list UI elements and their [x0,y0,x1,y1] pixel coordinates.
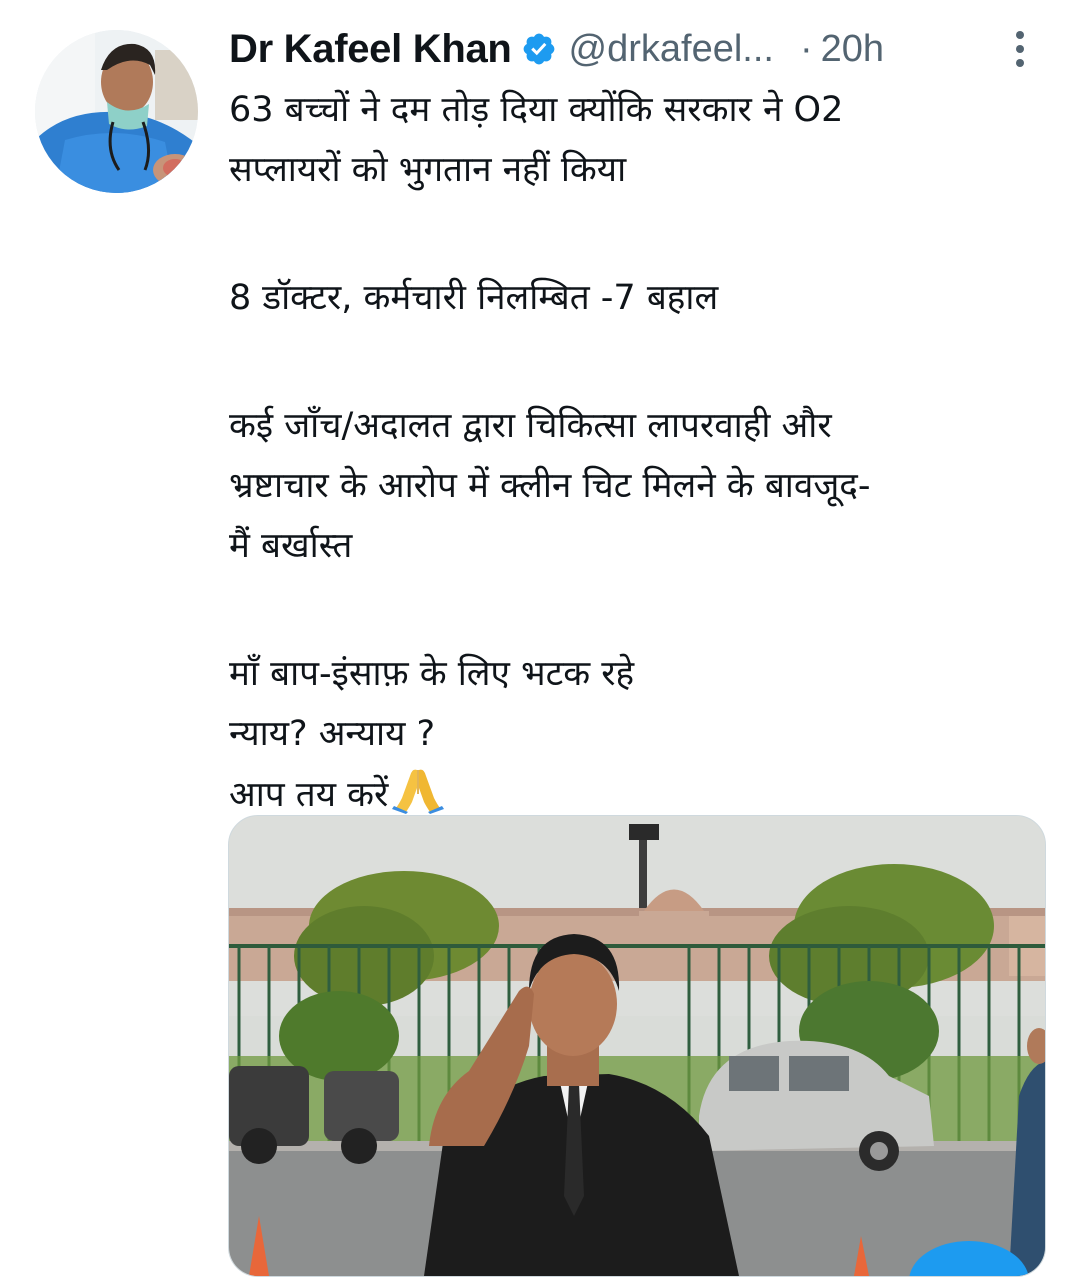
folded-hands-emoji [392,764,445,814]
author-handle[interactable]: @drkafeel... [569,28,774,71]
tweet-text-blank-line [229,576,1049,644]
tweet-text-line: न्याय? अन्याय ? [229,714,436,754]
verified-badge-icon [521,31,557,67]
tweet-media-photo[interactable] [228,815,1046,1277]
tweet-text-blank-line [229,200,1049,268]
tweet-text-line: 8 डॉक्टर, कर्मचारी निलम्बित -7 बहाल [229,278,719,318]
more-options-icon[interactable] [1010,28,1030,70]
author-display-name[interactable]: Dr Kafeel Khan [229,27,512,72]
tweet-timestamp[interactable]: 20h [821,28,884,71]
avatar[interactable] [35,30,198,193]
tweet-text-line: 63 बच्चों ने दम तोड़ दिया क्योंकि सरकार … [229,90,844,130]
tweet[interactable]: Dr Kafeel Khan @drkafeel... · 20h 63 बच्… [0,0,1079,1277]
tweet-text-line: आप तय करें [229,775,389,815]
tweet-text-line: मैं बर्खास्त [229,526,353,566]
tweet-header: Dr Kafeel Khan @drkafeel... · 20h [229,22,1059,76]
avatar-image [35,30,198,193]
tweet-text: 63 बच्चों ने दम तोड़ दिया क्योंकि सरकार … [229,80,1049,824]
tweet-text-line: भ्रष्टाचार के आरोप में क्लीन चिट मिलने क… [229,466,871,506]
media-image [229,816,1045,1276]
tweet-text-line: कई जाँच/अदालत द्वारा चिकित्सा लापरवाही औ… [229,406,832,446]
tweet-text-line: माँ बाप-इंसाफ़ के लिए भटक रहे [229,654,635,694]
header-separator: · [799,27,813,70]
tweet-text-blank-line [229,328,1049,396]
tweet-text-line: सप्लायरों को भुगतान नहीं किया [229,150,627,190]
